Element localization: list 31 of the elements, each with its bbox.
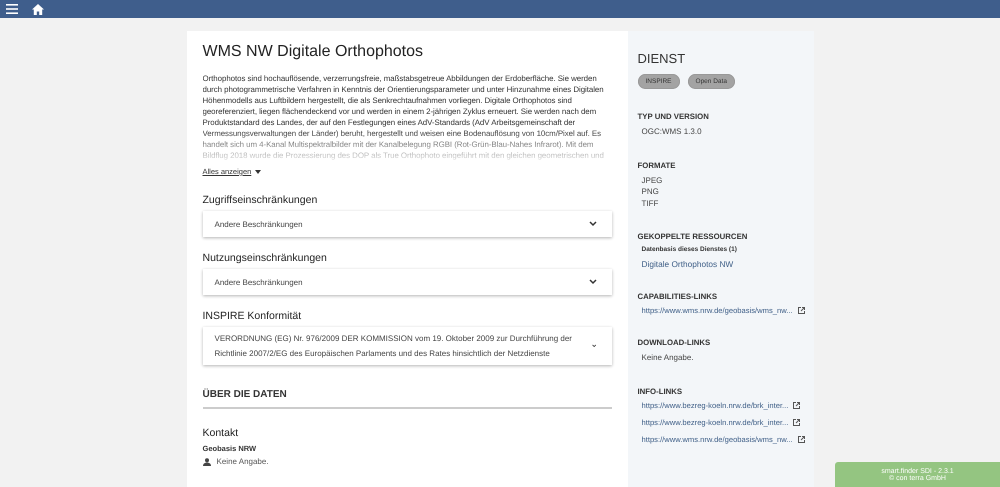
group-value: Keine Angabe. [642,352,695,364]
external-link-icon[interactable] [798,307,805,314]
contact-heading: Kontakt [202,427,240,439]
external-link-icon[interactable] [793,418,800,426]
external-link-icon[interactable] [798,436,805,442]
resource-link[interactable]: Digitale Orthophotos NW [642,259,814,269]
section-heading: Zugriffseinschränkungen [202,194,318,206]
panel-value: VERORDNUNG (EG) Nr. 976/2009 DER KOMMISSION vom 19. Oktober 2009 zur Durchführung der Richtlinie 2007/2/EG des Europäischen Parlaments und des Rates hinsichtlich der Netzdienste [214,333,573,360]
external-link-icon[interactable] [793,402,800,408]
chevron-icon [588,221,596,227]
group-value: OGC:WMS 1.3.0 [642,126,703,138]
menu-icon[interactable] [6,4,18,14]
chevron-icon [588,279,596,285]
section-heading: ÜBER DIE DATEN [202,389,612,409]
group-value: JPEG [642,174,664,186]
panel-value: Andere Beschränkungen [214,276,303,289]
section-heading: Nutzungseinschränkungen [202,252,328,264]
person-icon [202,458,210,466]
sidebar-title: DIENST [638,51,686,66]
person-name: Keine Angabe. [216,457,269,466]
group-value: TIFF [642,198,660,209]
section-heading: INSPIRE Konformität [202,310,302,322]
group-value: PNG [642,186,660,198]
expansion-panel[interactable]: VERORDNUNG (EG) Nr. 976/2009 DER KOMMISSION vom 19. Oktober 2009 zur Durchführung der Richtlinie 2007/2/EG des Europäischen Parlaments und des Rates hinsichtlich der Netzdienste [202,327,612,365]
expansion-panel[interactable]: Andere Beschränkungen [202,269,612,295]
chevron-icon [592,343,596,349]
caret-icon [255,170,262,174]
page-title: WMS NW Digitale Orthophotos [202,43,424,61]
home-icon[interactable] [32,4,44,14]
expansion-panel[interactable]: Andere Beschränkungen [202,211,612,237]
panel-value: Andere Beschränkungen [214,218,303,231]
